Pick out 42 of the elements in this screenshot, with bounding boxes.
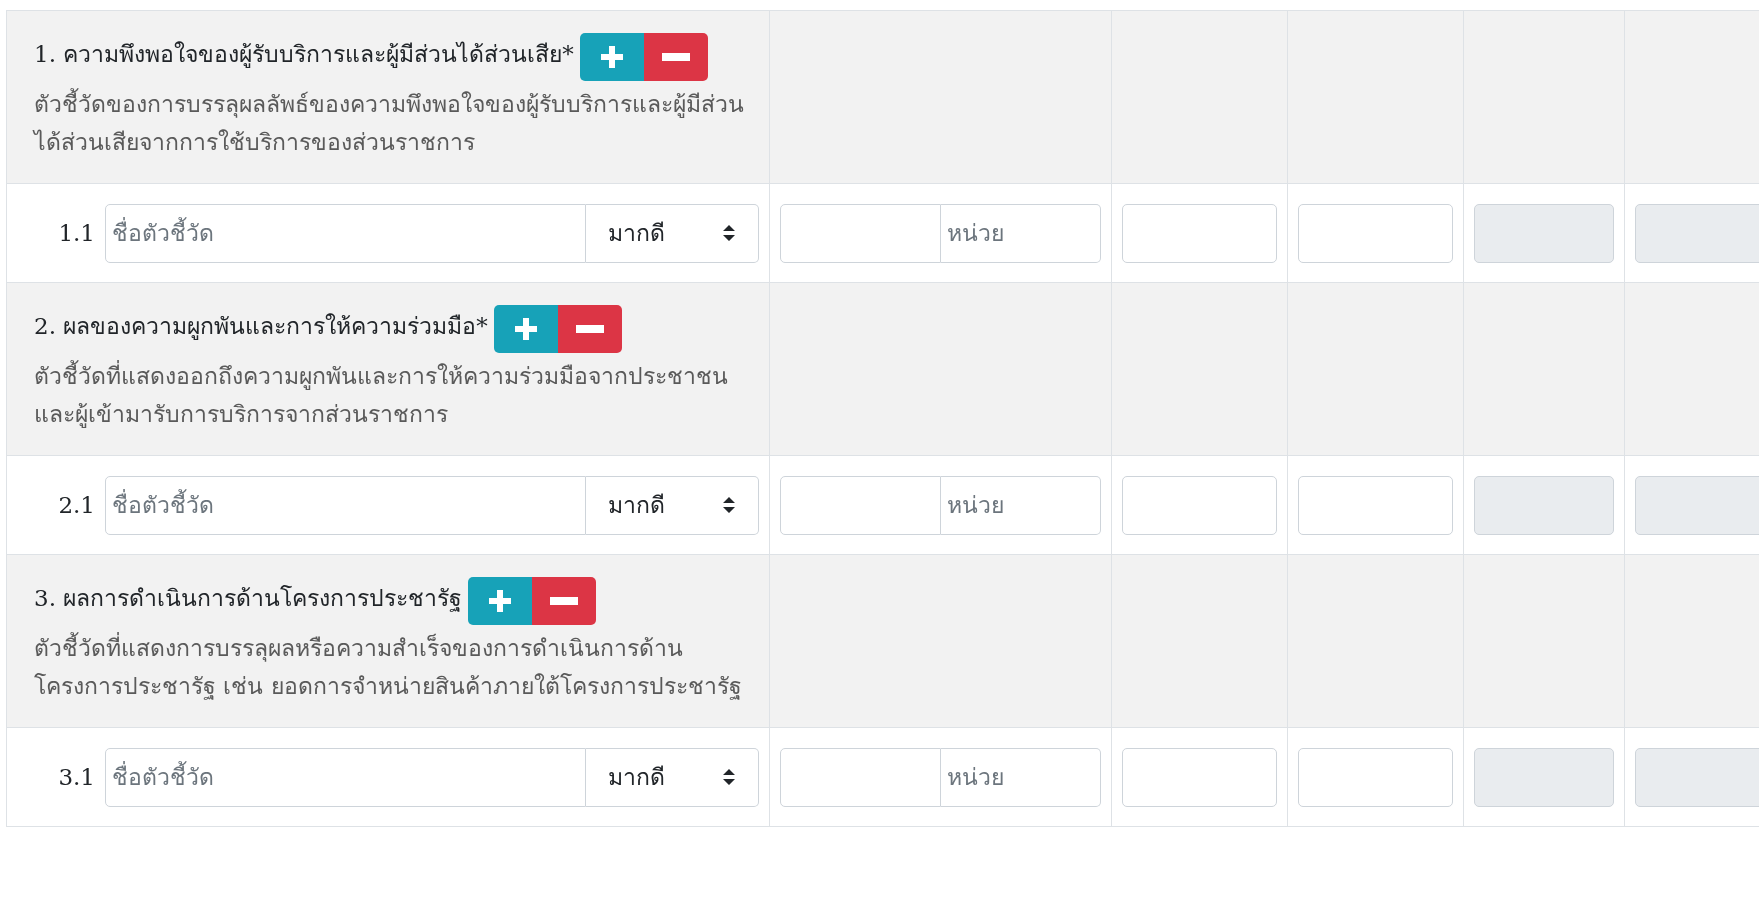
sort-caret-icon xyxy=(722,496,736,514)
plus-icon xyxy=(513,317,538,341)
value-field[interactable] xyxy=(1122,203,1277,263)
minus-icon xyxy=(575,325,604,333)
target-field[interactable] xyxy=(780,475,941,535)
plus-icon xyxy=(599,45,624,69)
add-button[interactable] xyxy=(579,33,644,81)
section-title: 1. ความพึงพอใจของผู้รับบริการและผู้มีส่วนได้ส่วนเสีย* xyxy=(34,40,574,67)
section-description: ตัวชี้วัดที่แสดงออกถึงความผูกพันและการให้ความร่วมมือจากประชาชนและผู้เข้ามารับการบริการจากส่วนราชการ xyxy=(34,357,749,433)
value-field[interactable] xyxy=(1122,747,1277,807)
section-description: ตัวชี้วัดของการบรรลุผลลัพธ์ของความพึงพอใจของผู้รับบริการและผู้มีส่วนได้ส่วนเสียจากการใช้บริการของส่วนราชการ xyxy=(34,85,749,161)
indicator-number: 2.1 xyxy=(57,492,96,518)
minus-icon xyxy=(550,597,579,605)
remove-button[interactable] xyxy=(643,33,708,81)
value-field[interactable] xyxy=(1298,475,1453,535)
target-field[interactable] xyxy=(780,747,941,807)
plus-icon xyxy=(488,589,513,613)
section-description: ตัวชี้วัดที่แสดงการบรรลุผลหรือความสำเร็จของการดำเนินการด้านโครงการประชารัฐ เช่น ยอดการจำหน่ายสินค้าภายใต้โครงการประชารัฐ xyxy=(34,629,749,705)
indicator-number: 3.1 xyxy=(57,764,96,790)
add-button[interactable] xyxy=(493,305,558,353)
minus-icon xyxy=(661,53,690,61)
value-field[interactable] xyxy=(1122,475,1277,535)
unit-field[interactable]: หน่วย xyxy=(940,747,1101,807)
indicator-number: 1.1 xyxy=(57,220,96,246)
value-field[interactable] xyxy=(1298,747,1453,807)
direction-select[interactable]: มากดี xyxy=(586,203,759,263)
indicator-name-field[interactable]: ชื่อตัวชี้วัด xyxy=(105,475,586,535)
indicator-name-field[interactable]: ชื่อตัวชี้วัด xyxy=(105,747,586,807)
section-title: 2. ผลของความผูกพันและการให้ความร่วมมือ* xyxy=(34,312,488,339)
direction-select[interactable]: มากดี xyxy=(586,747,759,807)
sort-caret-icon xyxy=(722,224,736,242)
target-field[interactable] xyxy=(780,203,941,263)
remove-button[interactable] xyxy=(557,305,622,353)
add-button[interactable] xyxy=(468,577,533,625)
section-title: 3. ผลการดำเนินการด้านโครงการประชารัฐ xyxy=(34,584,463,611)
value-field[interactable] xyxy=(1298,203,1453,263)
direction-select[interactable]: มากดี xyxy=(586,475,759,535)
indicator-name-field[interactable]: ชื่อตัวชี้วัด xyxy=(105,203,586,263)
unit-field[interactable]: หน่วย xyxy=(940,475,1101,535)
sort-caret-icon xyxy=(722,768,736,786)
unit-field[interactable]: หน่วย xyxy=(940,203,1101,263)
remove-button[interactable] xyxy=(532,577,597,625)
